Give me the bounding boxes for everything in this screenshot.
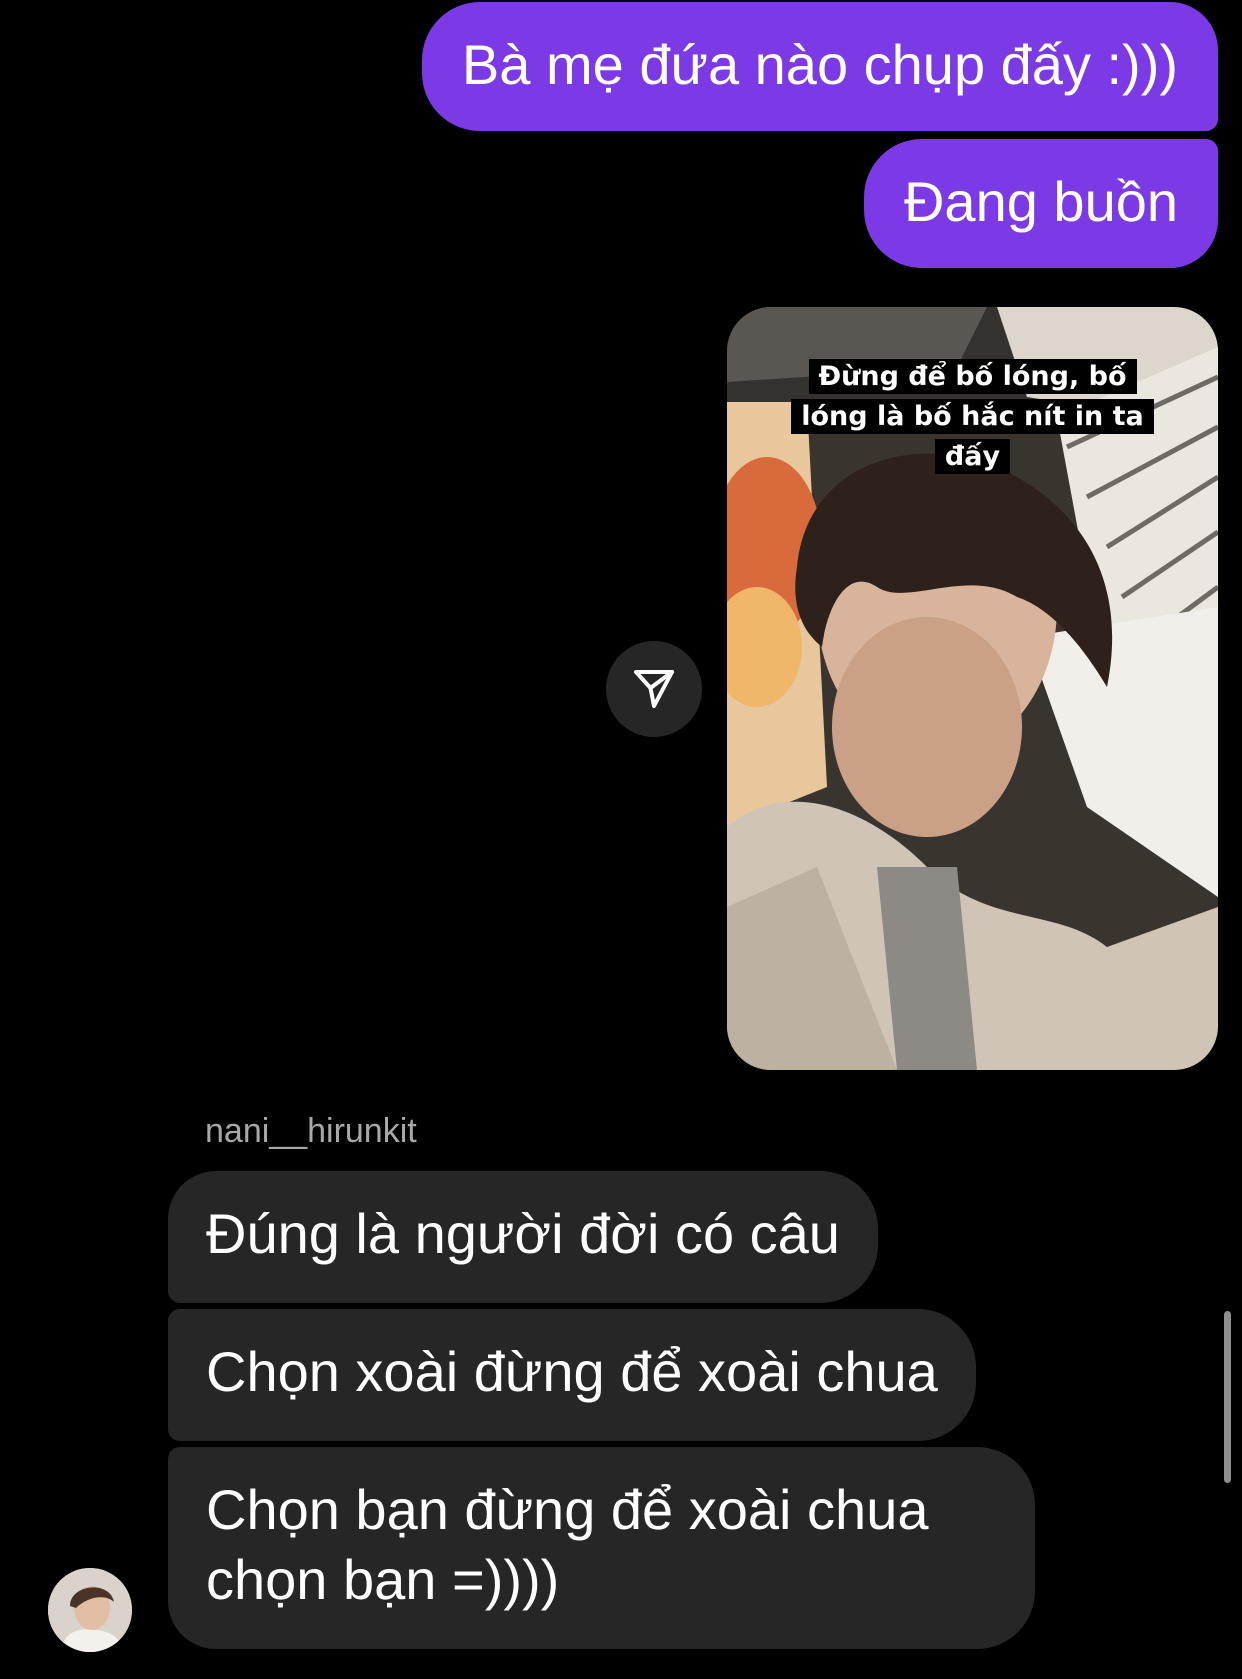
outgoing-message[interactable]: Đang buồn: [863, 139, 1218, 268]
paper-plane-icon: [634, 670, 674, 708]
caption-line: lóng là bố hắc nít in ta: [791, 399, 1154, 434]
sender-avatar[interactable]: [48, 1568, 132, 1652]
profile-avatar: [48, 1568, 132, 1652]
story-caption: Đừng để bố lóng, bố lóng là bố hắc nít i…: [727, 357, 1218, 477]
incoming-message[interactable]: Chọn bạn đừng để xoài chua chọn bạn =)))…: [168, 1447, 1035, 1649]
caption-line: đấy: [934, 439, 1011, 474]
share-button[interactable]: [606, 641, 702, 737]
caption-line: Đừng để bố lóng, bố: [808, 359, 1137, 394]
incoming-message[interactable]: Đúng là người đời có câu: [168, 1171, 878, 1303]
scrollbar[interactable]: [1224, 1311, 1231, 1483]
incoming-message[interactable]: Chọn xoài đừng để xoài chua: [168, 1309, 976, 1441]
sender-username: nani__hirunkit: [205, 1112, 417, 1150]
outgoing-message[interactable]: Bà mẹ đứa nào chụp đấy :))): [421, 2, 1218, 131]
story-reply-preview[interactable]: Đừng để bố lóng, bố lóng là bố hắc nít i…: [727, 307, 1218, 1070]
